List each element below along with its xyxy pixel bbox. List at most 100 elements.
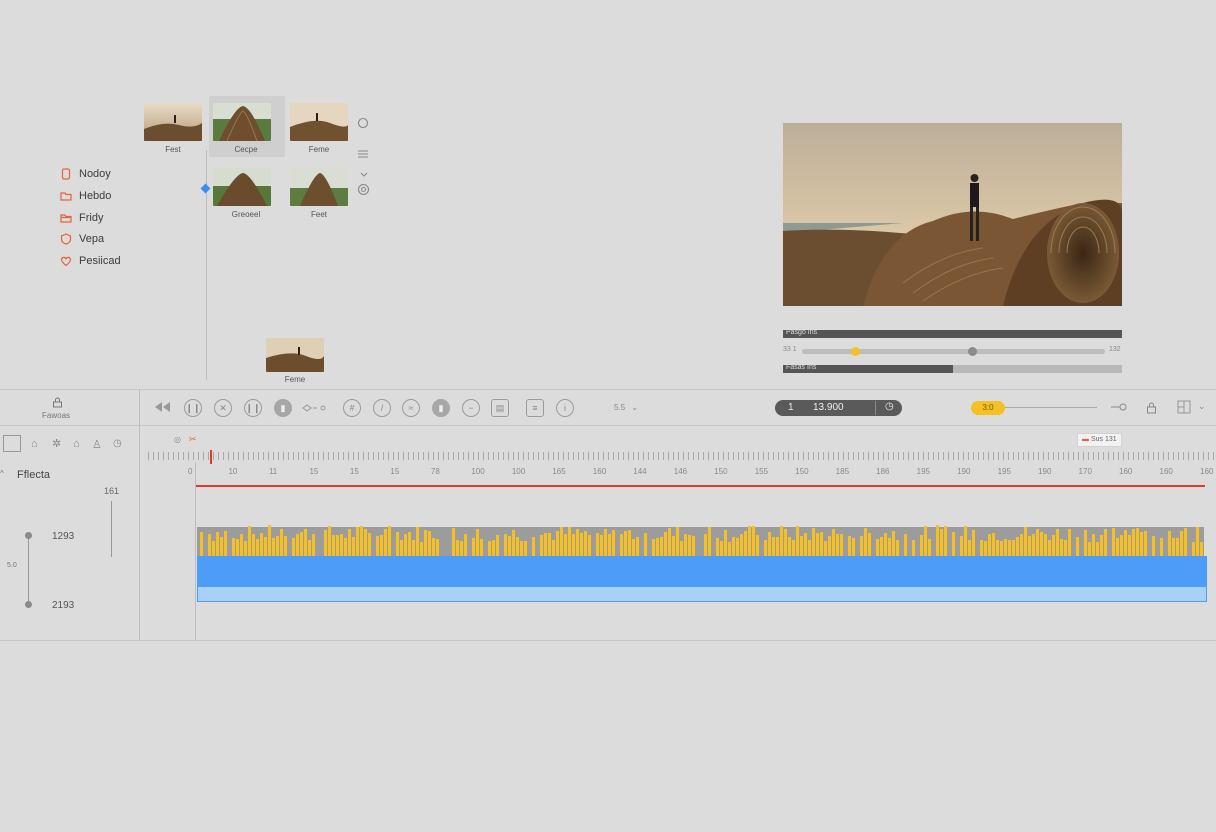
home-icon[interactable]: ⌂ <box>31 438 38 450</box>
marker-button[interactable]: / <box>373 399 391 417</box>
rewind-icon[interactable] <box>153 401 171 413</box>
scrubber-handle-in[interactable] <box>851 347 860 356</box>
waveform-bar <box>612 530 615 556</box>
sidebar-item-nodoy[interactable]: Nodoy <box>60 168 111 180</box>
house-icon[interactable]: ⌂ <box>73 438 80 450</box>
waveform-bar <box>596 533 599 556</box>
gear-icon[interactable]: ✲ <box>52 437 61 450</box>
waveform-bar <box>1152 536 1155 556</box>
preview-bottom-bar[interactable]: Fasas Ins <box>783 364 1122 373</box>
waveform-bar <box>720 541 723 556</box>
waveform-bar <box>780 526 783 556</box>
waveform-bar <box>688 535 691 556</box>
waveform-bar <box>368 533 371 556</box>
waveform-bar <box>1012 540 1015 556</box>
levels-button[interactable]: ▮ <box>274 399 292 417</box>
minus-icon: − <box>468 403 474 413</box>
list-view-icon[interactable] <box>357 149 369 159</box>
levels-icon: ▮ <box>280 402 286 413</box>
waveform-bar <box>576 529 579 556</box>
split-icon: ❙❙ <box>245 402 261 413</box>
track-select-button[interactable] <box>3 435 21 452</box>
pause-button[interactable]: ❙❙ <box>184 399 202 417</box>
waveform-bar <box>344 538 347 556</box>
waveform-bar <box>968 540 971 556</box>
waveform-bar <box>756 535 759 556</box>
preview-scrubber[interactable] <box>802 349 1105 354</box>
chevron-down-icon[interactable] <box>360 172 368 178</box>
chevron-down-icon[interactable]: ⌄ <box>1198 401 1206 412</box>
waveform-bar <box>884 533 887 556</box>
track-value-bottom: 2193 <box>52 600 75 611</box>
ruler-tick-label: 146 <box>673 467 688 476</box>
grid-icon: # <box>349 403 355 413</box>
waveform-bar <box>1016 537 1019 556</box>
lock-icon[interactable] <box>52 397 63 408</box>
marker-flag-icon: ▬ <box>1082 436 1089 443</box>
info-button[interactable]: i <box>556 399 574 417</box>
waveform-bar <box>304 529 307 556</box>
grid-button[interactable]: # <box>343 399 361 417</box>
sidebar-item-vepa[interactable]: Vepa <box>60 233 104 245</box>
track-scale-line <box>111 501 112 557</box>
keyframe-dot[interactable] <box>25 532 32 539</box>
marker-tag[interactable]: ▬ Sus 131 <box>1077 433 1122 447</box>
layout-icon[interactable] <box>1177 400 1191 414</box>
playhead-top[interactable] <box>210 450 212 464</box>
zoom-in-icon[interactable] <box>1111 402 1127 412</box>
transition-button[interactable]: ≈ <box>402 399 420 417</box>
video-clip[interactable] <box>197 556 1207 586</box>
refresh-icon[interactable] <box>357 183 370 196</box>
track-value-mid: 1293 <box>52 531 75 542</box>
waveform-bar <box>892 531 895 556</box>
frame-button[interactable]: ▤ <box>491 399 509 417</box>
waveform-bar <box>540 535 543 556</box>
razor-icon[interactable]: ✂ <box>189 434 197 445</box>
split-button[interactable]: ❙❙ <box>244 399 262 417</box>
video-clip-lower[interactable] <box>197 586 1207 602</box>
keyframe-dot[interactable] <box>25 601 32 608</box>
waveform-bar <box>904 534 907 556</box>
waveform-bar <box>748 526 751 556</box>
waveform-bar <box>940 529 943 556</box>
preview-image <box>783 123 1122 306</box>
waveform-bar <box>276 536 279 556</box>
waveform-bar <box>492 540 495 556</box>
waveform-bar <box>1024 527 1027 556</box>
ruler-tick-label: 11 <box>268 467 278 476</box>
snap-icon[interactable]: ◎ <box>174 435 181 444</box>
ruler-tick-label: 165 <box>552 467 566 476</box>
waveform-bar <box>1160 538 1163 556</box>
timecode-display[interactable]: 1 13.900 ◷ <box>775 400 902 416</box>
waveform-bar <box>1172 538 1175 556</box>
scrubber-handle-out[interactable] <box>968 347 977 356</box>
waveform-bar <box>896 540 899 556</box>
zoom-badge[interactable]: 3:0 <box>971 401 1005 415</box>
collapse-icon[interactable]: ^ <box>0 469 4 478</box>
audio-button[interactable]: ▮ <box>432 399 450 417</box>
waveform-bar <box>340 534 343 556</box>
link-icon[interactable] <box>302 403 326 413</box>
sidebar-item-hebdo[interactable]: Hebdo <box>60 190 111 202</box>
waveform-bar <box>820 532 823 556</box>
waveform-bar <box>1196 527 1199 556</box>
waveform-bar <box>1184 528 1187 556</box>
sidebar-item-fridy[interactable]: Fridy <box>60 212 103 224</box>
captions-button[interactable]: ≡ <box>526 399 544 417</box>
speed-dropdown[interactable]: 5.5 ⌄ <box>614 403 638 412</box>
zoom-slider[interactable] <box>1005 407 1097 408</box>
waveform-bar <box>212 541 215 556</box>
waveform-bar <box>1112 528 1115 556</box>
waveform-bar <box>692 536 695 556</box>
search-icon[interactable] <box>357 117 369 129</box>
lock-icon[interactable] <box>1146 401 1157 414</box>
waveform-bar <box>280 529 283 556</box>
waveform-bar <box>732 537 735 556</box>
cut-button[interactable]: ✕ <box>214 399 232 417</box>
waveform-bar <box>420 542 423 556</box>
clock-icon[interactable]: ◷ <box>113 438 122 449</box>
user-icon[interactable]: ♙ <box>92 438 102 451</box>
sidebar-item-pesiicad[interactable]: Pesiicad <box>60 255 121 267</box>
waveform-bar <box>396 532 399 556</box>
minus-button[interactable]: − <box>462 399 480 417</box>
